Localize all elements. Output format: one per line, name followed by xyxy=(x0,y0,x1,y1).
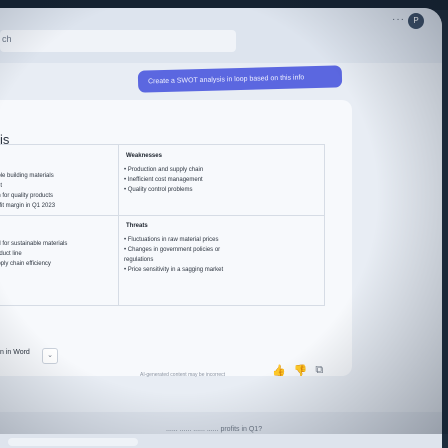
weaknesses-cell: • Production and supply chain • Ineffici… xyxy=(124,165,203,195)
avatar[interactable]: P xyxy=(408,13,424,29)
suggestion-text[interactable]: ...... ...... ...... ...... profits in Q… xyxy=(166,426,262,433)
list-item: • Price sensitivity in a sagging market xyxy=(124,267,224,273)
user-prompt-bubble: Create a SWOT analysis in loop based on … xyxy=(137,65,343,93)
list-item: • Changes in government policies or xyxy=(124,247,221,253)
response-card: is Weaknesses able building materials ke… xyxy=(0,100,352,378)
strengths-cell: able building materials ket on for quali… xyxy=(0,171,55,211)
list-item: able building materials xyxy=(0,173,54,179)
copy-icon[interactable]: ⧉ xyxy=(315,364,323,377)
list-item: upply chain efficiency xyxy=(0,261,51,267)
app-window: ch ··· P Create a SWOT analysis in loop … xyxy=(0,8,442,448)
list-item: regulations xyxy=(124,257,154,263)
chevron-down-icon[interactable]: ⌄ xyxy=(42,348,58,364)
list-item: • Inefficient cost management xyxy=(124,177,203,183)
list-item: rofit margin in Q1 2023 xyxy=(0,203,56,209)
feedback-icons: 👍 👎 ⧉ xyxy=(272,364,323,377)
list-item: • Quality control problems xyxy=(124,187,193,193)
search-text: ch xyxy=(2,34,12,44)
table-divider-vertical xyxy=(118,145,119,305)
thumbs-up-icon[interactable]: 👍 xyxy=(272,364,286,377)
list-item: • Fluctuations in raw material prices xyxy=(124,237,219,243)
search-input[interactable] xyxy=(0,30,236,52)
list-item: • Production and supply chain xyxy=(124,167,204,173)
more-options-icon[interactable]: ··· xyxy=(392,14,405,25)
list-item: roduct line xyxy=(0,251,22,257)
ai-disclaimer: AI-generated content may be incorrect xyxy=(140,372,226,378)
list-item: on for quality products xyxy=(0,193,54,199)
list-item: nd for sustainable materials xyxy=(0,241,68,247)
table-divider-horizontal xyxy=(0,215,324,216)
weaknesses-heading: Weaknesses xyxy=(126,153,162,159)
swot-table: Weaknesses able building materials ket o… xyxy=(0,144,325,306)
threats-heading: Threats xyxy=(126,223,148,229)
suggestion-input[interactable] xyxy=(8,438,138,446)
list-item: ket xyxy=(0,183,3,189)
thumbs-down-icon[interactable]: 👎 xyxy=(294,364,308,377)
opportunities-cell: nd for sustainable materials roduct line… xyxy=(0,239,67,269)
threats-cell: • Fluctuations in raw material prices • … xyxy=(124,235,223,275)
